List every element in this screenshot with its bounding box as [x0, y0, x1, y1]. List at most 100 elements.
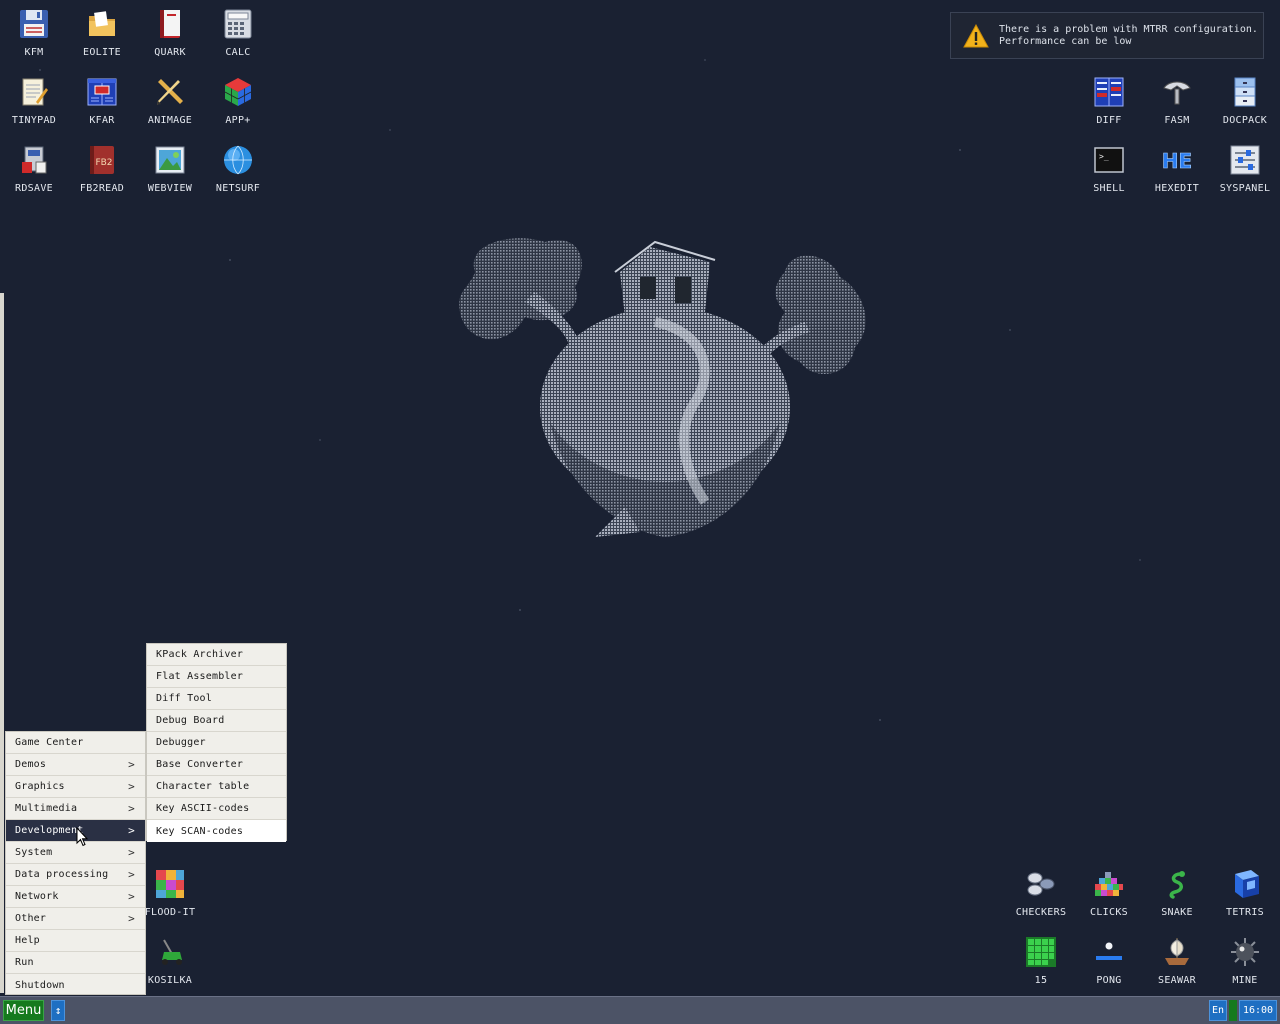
desktop-icon-netsurf[interactable]: NETSURF [204, 136, 272, 202]
desktop[interactable]: KFM EOLITE QUARK CALC TINYPAD KFAR ANIMA… [0, 0, 1280, 1024]
desktop-icon-animage[interactable]: ANIMAGE [136, 68, 204, 134]
puzzle15-icon [1025, 936, 1057, 968]
desktop-icon-fasm[interactable]: FASM [1143, 68, 1211, 134]
menu-item-label: Development [15, 825, 84, 836]
desktop-icon-label: ANIMAGE [147, 115, 193, 126]
desktop-icon-label: FB2READ [79, 183, 125, 194]
desktop-icon-label: CALC [225, 47, 251, 58]
menu-item-label: System [15, 847, 53, 858]
chevron-right-icon: > [128, 780, 135, 793]
mtrr-warning-notification[interactable]: There is a problem with MTRR configurati… [950, 12, 1264, 59]
globe-icon [222, 144, 254, 176]
submenu-item-key-scan-codes[interactable]: Key SCAN-codes [147, 820, 286, 842]
desktop-icon-checkers[interactable]: CHECKERS [1007, 860, 1075, 926]
submenu-item-key-ascii-codes[interactable]: Key ASCII-codes [147, 798, 286, 820]
desktop-icon-tetris[interactable]: TETRIS [1211, 860, 1279, 926]
notification-line-1: There is a problem with MTRR configurati… [999, 23, 1258, 35]
desktop-icon-kfm[interactable]: KFM [0, 0, 68, 66]
menu-item-other[interactable]: Other > [6, 908, 145, 930]
desktop-icon-kfar[interactable]: KFAR [68, 68, 136, 134]
desktop-icon-label: HEXEDIT [1154, 183, 1200, 194]
desktop-icon-label: APP+ [225, 115, 251, 126]
notification-line-2: Performance can be low [999, 35, 1132, 47]
submenu-item-debugger[interactable]: Debugger [147, 732, 286, 754]
fasm-icon [1161, 76, 1193, 108]
desktop-icon-label: QUARK [154, 47, 186, 58]
notepad-icon [18, 76, 50, 108]
menu-item-multimedia[interactable]: Multimedia > [6, 798, 145, 820]
docpack-icon [1229, 76, 1261, 108]
snake-icon [1161, 868, 1193, 900]
desktop-icon-label: KFAR [89, 115, 115, 126]
desktop-icon-mine[interactable]: MINE [1211, 928, 1279, 994]
checkers-icon [1025, 868, 1057, 900]
desktop-icon-calc[interactable]: CALC [204, 0, 272, 66]
chevron-right-icon: > [128, 802, 135, 815]
menu-item-label: Run [15, 957, 34, 968]
fb2-book-icon: FB2 [86, 144, 118, 176]
menu-item-run[interactable]: Run [6, 952, 145, 974]
submenu-item-flat-assembler[interactable]: Flat Assembler [147, 666, 286, 688]
menu-item-shutdown[interactable]: Shutdown [6, 974, 145, 996]
submenu-item-character-table[interactable]: Character table [147, 776, 286, 798]
desktop-icon-webview[interactable]: WEBVIEW [136, 136, 204, 202]
main-menu: Game Center Demos > Graphics > Multimedia >… [5, 731, 146, 995]
warning-icon [963, 23, 989, 47]
clock[interactable]: 16:00 [1239, 1000, 1277, 1021]
desktop-icon-hexedit[interactable]: HE HEXEDIT [1143, 136, 1211, 202]
submenu-item-kpack-archiver[interactable]: KPack Archiver [147, 644, 286, 666]
clicks-icon [1093, 868, 1125, 900]
menu-item-game-center[interactable]: Game Center [6, 732, 145, 754]
mouse-cursor-icon [76, 827, 88, 847]
desktop-icon-label: 15 [1034, 975, 1048, 986]
desktop-icon-seawar[interactable]: SEAWAR [1143, 928, 1211, 994]
tree-house-planet-wallpaper [458, 238, 866, 537]
desktop-icon-15[interactable]: 15 [1007, 928, 1075, 994]
folder-icon [86, 8, 118, 40]
desktop-icon-quark[interactable]: QUARK [136, 0, 204, 66]
menu-item-label: Help [15, 935, 40, 946]
menu-item-demos[interactable]: Demos > [6, 754, 145, 776]
desktop-icon-shell[interactable]: >_ SHELL [1075, 136, 1143, 202]
desktop-icon-flood-it[interactable]: FLOOD-IT [136, 860, 204, 926]
desktop-icon-label: SNAKE [1161, 907, 1193, 918]
keyboard-language-indicator[interactable]: En [1209, 1000, 1227, 1021]
menu-item-help[interactable]: Help [6, 930, 145, 952]
left-screen-edge-panel [0, 293, 4, 993]
desktop-icon-fb2read[interactable]: FB2 FB2READ [68, 136, 136, 202]
desktop-icon-clicks[interactable]: CLICKS [1075, 860, 1143, 926]
web-picture-icon [154, 144, 186, 176]
submenu-item-debug-board[interactable]: Debug Board [147, 710, 286, 732]
desktop-icon-rdsave[interactable]: RDSAVE [0, 136, 68, 202]
window-switch-button[interactable]: ↕ [51, 1000, 65, 1021]
desktop-icon-label: RDSAVE [15, 183, 53, 194]
desktop-icon-label: KOSILKA [147, 975, 193, 986]
desktop-icon-diff[interactable]: DIFF [1075, 68, 1143, 134]
desktop-icon-pong[interactable]: PONG [1075, 928, 1143, 994]
diff-icon [1093, 76, 1125, 108]
desktop-icon-label: WEBVIEW [147, 183, 193, 194]
start-menu-button[interactable]: Menu [3, 1000, 44, 1021]
desktop-icon-eolite[interactable]: EOLITE [68, 0, 136, 66]
hex-icon: HE [1161, 144, 1193, 176]
desktop-icon-docpack[interactable]: DOCPACK [1211, 68, 1279, 134]
menu-item-label: Game Center [15, 737, 84, 748]
desktop-icon-label: TETRIS [1226, 907, 1264, 918]
desktop-icon-snake[interactable]: SNAKE [1143, 860, 1211, 926]
menu-item-label: Network [15, 891, 59, 902]
development-submenu: KPack Archiver Flat Assembler Diff Tool … [146, 643, 287, 842]
submenu-item-diff-tool[interactable]: Diff Tool [147, 688, 286, 710]
menu-item-network[interactable]: Network > [6, 886, 145, 908]
submenu-item-base-converter[interactable]: Base Converter [147, 754, 286, 776]
desktop-icon-syspanel[interactable]: SYSPANEL [1211, 136, 1279, 202]
desktop-icon-label: CHECKERS [1015, 907, 1067, 918]
desktop-icon-tinypad[interactable]: TINYPAD [0, 68, 68, 134]
desktop-icon-app-plus[interactable]: APP+ [204, 68, 272, 134]
blue-panels-icon [86, 76, 118, 108]
menu-item-graphics[interactable]: Graphics > [6, 776, 145, 798]
desktop-icon-label: NETSURF [215, 183, 261, 194]
menu-item-data-processing[interactable]: Data processing > [6, 864, 145, 886]
desktop-icon-kosilka[interactable]: KOSILKA [136, 928, 204, 994]
desktop-icon-label: SHELL [1093, 183, 1125, 194]
desktop-icon-label: KFM [24, 47, 44, 58]
